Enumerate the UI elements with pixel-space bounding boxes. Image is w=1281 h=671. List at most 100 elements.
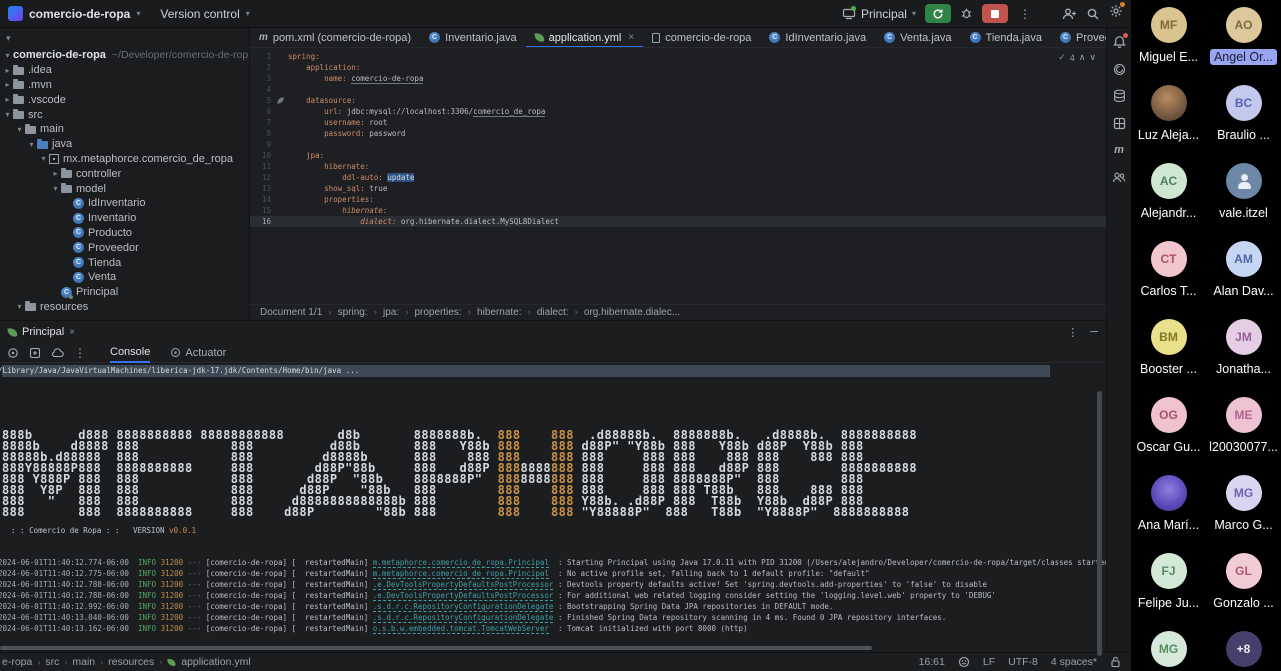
- editor-line[interactable]: 11 hibernate:: [250, 161, 1106, 172]
- tab-venta-java[interactable]: CVenta.java: [875, 28, 960, 48]
- breadcrumb-item[interactable]: dialect:: [537, 307, 569, 318]
- log-logger-link[interactable]: .s.d.r.c.RepositoryConfigurationDelegate: [373, 613, 554, 623]
- add-user-button[interactable]: [1062, 7, 1077, 21]
- participant-tile[interactable]: BMBooster ...: [1131, 312, 1206, 390]
- hide-panel-icon[interactable]: ─: [1090, 326, 1098, 339]
- chevron-right-icon[interactable]: ▸: [2, 95, 13, 104]
- chevron-down-icon[interactable]: ▾: [26, 140, 37, 149]
- log-logger-link[interactable]: .s.d.r.c.RepositoryConfigurationDelegate: [373, 602, 554, 612]
- tab-proveedor-java[interactable]: CProveedor.java: [1051, 28, 1106, 48]
- tab-tienda-java[interactable]: CTienda.java: [961, 28, 1051, 48]
- more-icon[interactable]: ⋮: [74, 346, 86, 360]
- participant-tile[interactable]: AMAlan Dav...: [1206, 234, 1281, 312]
- tab-comercio-de-ropa[interactable]: comercio-de-ropa: [643, 28, 760, 48]
- editor-line[interactable]: 7 username: root: [250, 117, 1106, 128]
- participant-tile[interactable]: Luz Aleja...: [1131, 78, 1206, 156]
- participant-tile[interactable]: Ana Marí...: [1131, 468, 1206, 546]
- chevron-down-icon[interactable]: ▾: [38, 154, 49, 163]
- statusbar-breadcrumb-item[interactable]: resources: [108, 656, 154, 668]
- editor-line[interactable]: 9: [250, 139, 1106, 150]
- log-logger-link[interactable]: .e.DevToolsPropertyDefaultsPostProcessor: [373, 591, 554, 601]
- participant-tile[interactable]: AOAngel Or...: [1206, 0, 1281, 78]
- indent-widget[interactable]: 4 spaces*: [1051, 656, 1097, 668]
- tab-actuator[interactable]: Actuator: [170, 347, 226, 359]
- breadcrumb-item[interactable]: spring:: [338, 307, 368, 318]
- tab-idinventario-java[interactable]: CIdInventario.java: [760, 28, 875, 48]
- chevron-right-icon[interactable]: ▸: [2, 66, 13, 75]
- breadcrumb-item[interactable]: Document 1/1: [260, 307, 322, 318]
- chevron-up-icon[interactable]: ∧: [1079, 52, 1086, 63]
- maven-icon[interactable]: m: [1112, 143, 1126, 157]
- tree-item-inventario[interactable]: CInventario: [0, 211, 249, 226]
- tree-item-controller[interactable]: ▸controller: [0, 166, 249, 181]
- editor-line[interactable]: 5 datasource:: [250, 95, 1106, 106]
- panel-collapse-icon[interactable]: ▾: [0, 31, 249, 48]
- participant-tile[interactable]: MEl20030077...: [1206, 390, 1281, 468]
- breadcrumb-item[interactable]: jpa:: [383, 307, 399, 318]
- tree-item-mx-metaphorce-comercio-de-ropa[interactable]: ▾mx.metaphorce.comercio_de_ropa: [0, 152, 249, 167]
- project-root-row[interactable]: ▾ comercio-de-ropa ~/Developer/comercio-…: [0, 48, 249, 63]
- close-icon[interactable]: ×: [628, 32, 634, 43]
- run-tab-title[interactable]: Principal: [22, 326, 64, 338]
- code-editor[interactable]: ✓ 4 ∧ ∨ 1spring:2 application:3 name: co…: [250, 48, 1106, 304]
- editor-line[interactable]: 1spring:: [250, 51, 1106, 62]
- participant-tile[interactable]: vale.itzel: [1206, 156, 1281, 234]
- chevron-down-icon[interactable]: ▾: [14, 302, 25, 311]
- rerun-button[interactable]: [925, 4, 951, 23]
- tree-item-principal[interactable]: CPrincipal: [0, 285, 249, 300]
- statusbar-breadcrumb-item[interactable]: src: [45, 656, 59, 668]
- editor-line[interactable]: 2 application:: [250, 62, 1106, 73]
- search-icon[interactable]: [1086, 7, 1100, 21]
- tree-item-idinventario[interactable]: CIdInventario: [0, 196, 249, 211]
- notifications-icon[interactable]: [1112, 35, 1126, 49]
- settings-button[interactable]: [1109, 4, 1123, 23]
- editor-line[interactable]: 10 jpa:: [250, 150, 1106, 161]
- more-actions-icon[interactable]: ⋮: [1017, 7, 1033, 21]
- breadcrumb-item[interactable]: properties:: [414, 307, 461, 318]
- breadcrumb-item[interactable]: org.hibernate.dialec...: [584, 307, 680, 318]
- services-icon[interactable]: [29, 347, 41, 359]
- caret-position[interactable]: 16:61: [919, 656, 945, 668]
- encoding-widget[interactable]: UTF-8: [1008, 656, 1038, 668]
- chevron-down-icon[interactable]: ▾: [14, 125, 25, 134]
- chevron-down-icon[interactable]: ∨: [1089, 52, 1096, 63]
- tree-item-venta[interactable]: CVenta: [0, 270, 249, 285]
- chevron-down-icon[interactable]: ▾: [50, 184, 61, 193]
- run-configuration-widget[interactable]: Principal ▾: [842, 7, 916, 21]
- tab-console[interactable]: Console: [110, 343, 150, 363]
- editor-line[interactable]: 4: [250, 84, 1106, 95]
- editor-line[interactable]: 8 password: password: [250, 128, 1106, 139]
- tree-item-tienda[interactable]: CTienda: [0, 255, 249, 270]
- tab-pom-xml-comercio-de-ropa-[interactable]: mpom.xml (comercio-de-ropa): [250, 28, 420, 48]
- chevron-down-icon[interactable]: ▾: [2, 110, 13, 119]
- tree-item-src[interactable]: ▾src: [0, 107, 249, 122]
- endpoints-icon[interactable]: [1112, 170, 1126, 184]
- horizontal-scrollbar[interactable]: [0, 646, 872, 650]
- participant-tile[interactable]: JMJonatha...: [1206, 312, 1281, 390]
- chevron-right-icon[interactable]: ▸: [2, 80, 13, 89]
- more-options-icon[interactable]: ⋮: [1067, 326, 1078, 339]
- project-selector[interactable]: comercio-de-ropa: [29, 7, 130, 21]
- tree-item-producto[interactable]: CProducto: [0, 226, 249, 241]
- log-logger-link[interactable]: o.s.b.w.embedded.tomcat.TomcatWebServer: [373, 624, 549, 634]
- editor-line[interactable]: 6 url: jdbc:mysql://localhost:3306/comer…: [250, 106, 1106, 117]
- services-icon[interactable]: [1112, 116, 1126, 130]
- lock-icon[interactable]: [1110, 656, 1121, 668]
- status-widget-icon[interactable]: [958, 656, 970, 668]
- participant-tile[interactable]: +8: [1206, 624, 1281, 671]
- close-icon[interactable]: ×: [69, 327, 75, 338]
- editor-line[interactable]: 14 properties:: [250, 194, 1106, 205]
- tab-inventario-java[interactable]: CInventario.java: [420, 28, 526, 48]
- log-logger-link[interactable]: m.metaphorce.comercio_de_ropa.Principal: [373, 558, 549, 568]
- vertical-scrollbar[interactable]: [1097, 391, 1102, 656]
- participant-tile[interactable]: CTCarlos T...: [1131, 234, 1206, 312]
- editor-line[interactable]: 16 dialect: org.hibernate.dialect.MySQL8…: [250, 216, 1106, 227]
- participant-tile[interactable]: MFMiguel E...: [1131, 0, 1206, 78]
- device-icon[interactable]: [7, 347, 19, 359]
- participant-tile[interactable]: GLGonzalo ...: [1206, 546, 1281, 624]
- log-logger-link[interactable]: m.metaphorce.comercio_de_ropa.Principal: [373, 569, 549, 579]
- editor-line[interactable]: 13 show_sql: true: [250, 183, 1106, 194]
- spring-icon[interactable]: [1112, 62, 1126, 76]
- inspections-widget[interactable]: ✓ 4 ∧ ∨: [1058, 52, 1096, 63]
- participant-tile[interactable]: BCBraulio ...: [1206, 78, 1281, 156]
